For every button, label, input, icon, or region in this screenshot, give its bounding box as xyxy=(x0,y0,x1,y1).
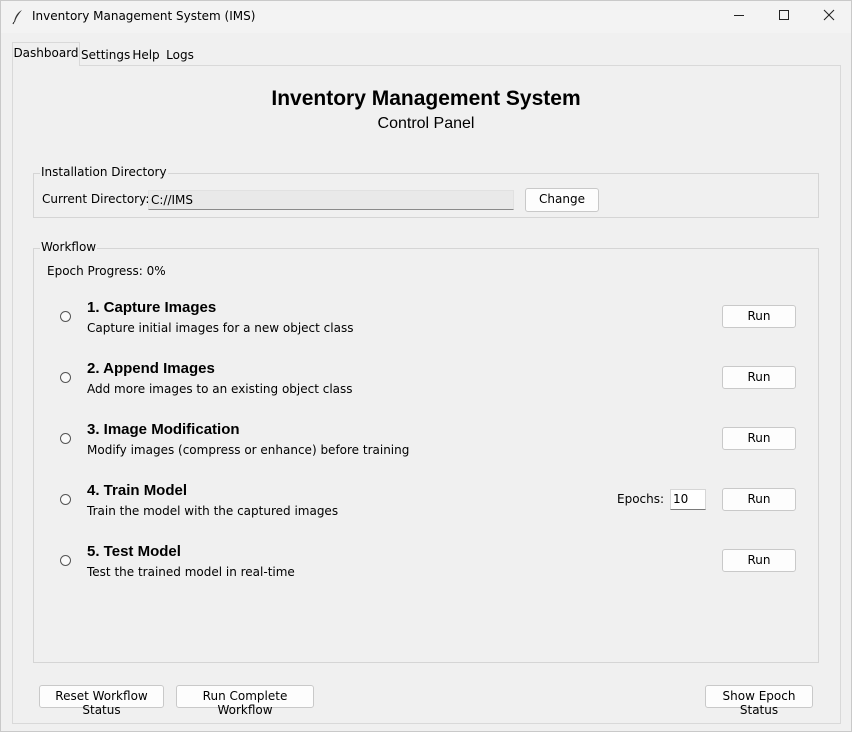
step-3-title: 3. Image Modification xyxy=(87,421,240,438)
step-1-status-radio[interactable] xyxy=(60,311,71,322)
window-title: Inventory Management System (IMS) xyxy=(32,9,256,23)
page-subtitle: Control Panel xyxy=(377,115,475,132)
step-1-description: Capture initial images for a new object … xyxy=(87,321,354,335)
current-directory-label: Current Directory: xyxy=(42,192,150,206)
tab-help[interactable]: Help xyxy=(130,45,162,66)
installation-directory-legend: Installation Directory xyxy=(40,165,168,179)
step-2-run-button[interactable]: Run xyxy=(722,366,796,389)
close-button[interactable] xyxy=(806,1,852,31)
workflow-legend: Workflow xyxy=(40,240,98,254)
show-epoch-status-button[interactable]: Show Epoch Status xyxy=(705,685,813,717)
step-2-description: Add more images to an existing object cl… xyxy=(87,382,353,396)
step-1-title: 1. Capture Images xyxy=(87,299,217,316)
epochs-label: Epochs: xyxy=(617,492,665,506)
epochs-input[interactable]: 10 xyxy=(670,489,706,510)
feather-icon xyxy=(11,9,25,25)
minimize-icon xyxy=(733,9,745,24)
step-5-description: Test the trained model in real-time xyxy=(87,565,295,579)
epoch-progress-text: Epoch Progress: 0% xyxy=(47,264,166,278)
tab-dashboard[interactable]: Dashboard xyxy=(12,42,80,66)
step-3-status-radio[interactable] xyxy=(60,433,71,444)
run-complete-workflow-button[interactable]: Run Complete Workflow xyxy=(176,685,314,717)
tab-logs[interactable]: Logs xyxy=(163,45,197,66)
change-directory-button[interactable]: Change xyxy=(525,188,599,212)
step-1-run-button[interactable]: Run xyxy=(722,305,796,328)
step-3-description: Modify images (compress or enhance) befo… xyxy=(87,443,410,457)
step-5-title: 5. Test Model xyxy=(87,543,181,560)
tab-settings[interactable]: Settings xyxy=(81,45,130,66)
page-title: Inventory Management System xyxy=(271,87,581,110)
current-directory-field[interactable]: C://IMS xyxy=(148,190,514,210)
app-window: Inventory Management System (IMS) Dashbo… xyxy=(0,0,852,732)
step-4-title: 4. Train Model xyxy=(87,482,188,499)
step-4-status-radio[interactable] xyxy=(60,494,71,505)
step-4-description: Train the model with the captured images xyxy=(87,504,339,518)
maximize-icon xyxy=(778,9,790,24)
step-5-run-button[interactable]: Run xyxy=(722,549,796,572)
reset-workflow-button[interactable]: Reset Workflow Status xyxy=(39,685,164,717)
maximize-button[interactable] xyxy=(761,1,807,31)
step-5-status-radio[interactable] xyxy=(60,555,71,566)
step-4-run-button[interactable]: Run xyxy=(722,488,796,511)
close-icon xyxy=(823,9,835,24)
step-3-run-button[interactable]: Run xyxy=(722,427,796,450)
step-2-status-radio[interactable] xyxy=(60,372,71,383)
title-bar[interactable]: Inventory Management System (IMS) xyxy=(1,1,851,33)
step-2-title: 2. Append Images xyxy=(87,360,215,377)
minimize-button[interactable] xyxy=(716,1,762,31)
